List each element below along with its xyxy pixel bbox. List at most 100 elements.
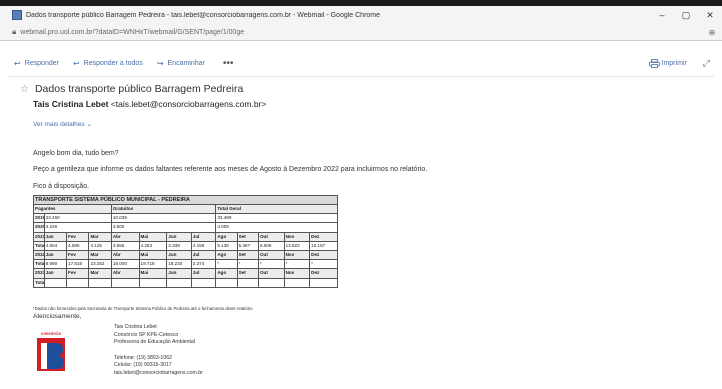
maximize-button[interactable]: ▢ [674, 10, 698, 21]
email-signature: Tais Cristina Lebet Consórcio SP KPE-Cet… [114, 324, 203, 378]
table-total-label: Total [33, 240, 45, 251]
message-toolbar: ↩ Responder ↩ Responder a todos ↪ Encami… [0, 52, 722, 74]
table-header-cell: Gratuitos [110, 203, 217, 215]
window-titlebar: Dados transporte público Barragem Pedrei… [0, 6, 722, 24]
table-summary-row: 20204.2263.8004.009 [33, 222, 338, 233]
table-month-cell: Out [257, 231, 285, 242]
table-cell: 3.800 [110, 222, 217, 233]
table-value-cell: 18.000 [110, 259, 140, 270]
forward-button[interactable]: ↪ Encaminhar [157, 59, 205, 68]
table-value-cell: * [236, 259, 259, 270]
table-value-cell: * [215, 259, 238, 270]
close-button[interactable]: ✕ [698, 10, 722, 21]
table-month-cell: Abr [110, 249, 140, 261]
table-year-cell: 2022 [33, 249, 45, 261]
table-value-cell: 4.125 [88, 240, 112, 251]
table-month-row: 2021JanFevMarAbrMaiJunJulAgoSetOutNovDez [33, 231, 338, 242]
sender-line: Tais Cristina Lebet <tais.lebet@consorci… [33, 99, 266, 109]
print-label: Imprimir [661, 59, 687, 67]
table-value-cell: 4.585 [66, 240, 90, 251]
table-value-cell: 4.158 [190, 240, 217, 251]
address-bar: 🔒︎ webmail.pro.uol.com.br/?dataID=WNHxT/… [0, 24, 722, 41]
reply-all-button[interactable]: ↩ Responder a todos [73, 59, 143, 68]
table-title: TRANSPORTE SISTEMA PÚBLICO MUNICIPAL - P… [33, 195, 338, 205]
table-header-cell: Pagantes [33, 203, 112, 215]
toolbar-divider [8, 76, 714, 77]
table-month-cell: Jan [43, 249, 68, 261]
lock-icon: 🔒︎ [12, 27, 17, 36]
table-month-cell: Ago [215, 268, 238, 279]
table-value-cell: 2.374 [190, 259, 217, 270]
pin-icon[interactable]: ⤢ [703, 58, 710, 69]
more-actions-button[interactable]: ••• [223, 58, 234, 69]
table-value-cell: 23.252 [88, 259, 112, 270]
table-footnote: *Dados não fornecidos pela Secretaria de… [33, 306, 253, 311]
table-month-cell: Fev [66, 249, 90, 261]
table-value-cell: 13.622 [283, 240, 311, 251]
star-icon[interactable]: ☆ [20, 84, 29, 95]
window-title: Dados transporte público Barragem Pedrei… [26, 11, 381, 19]
details-link[interactable]: Ver mais detalhes [33, 121, 85, 128]
table-value-cell: 18.220 [166, 259, 192, 270]
table-value-cell [110, 277, 140, 288]
table-value-cell: * [309, 259, 338, 270]
signature-email[interactable]: tais.lebet@consorciobarragens.com.br [114, 370, 203, 378]
closing-text: Atenciosamente, [33, 313, 82, 320]
table-value-cell: 4.504 [43, 240, 68, 251]
table-title-row: TRANSPORTE SISTEMA PÚBLICO MUNICIPAL - P… [33, 195, 338, 205]
table-month-cell: Jan [43, 231, 68, 242]
table-month-cell: Fev [66, 268, 90, 279]
table-value-cell [309, 277, 338, 288]
table-month-cell: Mar [88, 268, 112, 279]
table-summary-row: 201923.45010.03933.489 [33, 213, 338, 224]
table-year-cell: 2019 [33, 213, 45, 224]
table-month-cell: Jan [43, 268, 68, 279]
table-month-cell: Mar [88, 231, 112, 242]
details-link-row[interactable]: Ver mais detalhes ⌄ [33, 120, 92, 128]
table-month-cell: Set [236, 268, 259, 279]
table-value-cell: * [257, 259, 285, 270]
table-month-cell: Jun [166, 249, 192, 261]
signature-phone: Telefone: (19) 3893-1062 [114, 354, 172, 361]
greeting-text: Angelo bom dia, tudo bem? [33, 150, 119, 157]
reply-button[interactable]: ↩ Responder [14, 59, 59, 68]
table-value-cell [138, 277, 168, 288]
table-value-cell [166, 277, 192, 288]
table-month-cell: Nov [283, 268, 311, 279]
print-button[interactable]: Imprimir [648, 58, 687, 68]
consorcio-logo: consórcio [34, 330, 68, 372]
table-total-label: Total [33, 259, 45, 270]
table-month-cell: Abr [110, 231, 140, 242]
table-value-cell [88, 277, 112, 288]
table-total-label: Total [33, 277, 45, 288]
logo-caption: consórcio [41, 331, 61, 336]
table-cell: 23.450 [43, 213, 112, 224]
table-year-cell: 2020 [33, 222, 45, 233]
table-value-cell [190, 277, 217, 288]
message-subject-row: ☆ Dados transporte público Barragem Pedr… [20, 83, 243, 95]
table-month-cell: Mai [138, 231, 168, 242]
table-month-cell: Dez [309, 249, 338, 261]
url-field[interactable]: webmail.pro.uol.com.br/?dataID=WNHxT/web… [20, 29, 702, 36]
request-text: Peço a gentileza que informe os dados fa… [33, 166, 428, 173]
table-value-cell: 8.506 [257, 240, 285, 251]
table-month-cell: Out [257, 268, 285, 279]
table-value-cell: 4.283 [138, 240, 168, 251]
transport-data-table: TRANSPORTE SISTEMA PÚBLICO MUNICIPAL - P… [33, 195, 338, 288]
table-total-row: Total4.5044.5854.1253.6554.2834.3394.158… [33, 240, 338, 251]
chevron-down-icon: ⌄ [86, 121, 92, 128]
table-cell: 4.226 [43, 222, 112, 233]
zoom-icon[interactable]: ⊕ [702, 28, 722, 37]
printer-icon [648, 58, 660, 68]
table-month-cell: Abr [110, 268, 140, 279]
table-header-cell: Total Geral [215, 203, 338, 215]
table-month-cell: Mai [138, 268, 168, 279]
sender-email[interactable]: <tais.lebet@consorciobarragens.com.br> [111, 99, 267, 109]
table-value-cell [215, 277, 238, 288]
table-value-cell: 17.816 [66, 259, 90, 270]
reply-all-icon: ↩ [72, 58, 80, 68]
minimize-button[interactable]: – [650, 10, 674, 20]
table-value-cell [257, 277, 285, 288]
table-month-cell: Ago [215, 249, 238, 261]
signature-org: Consórcio SP KPE-Cetesco [114, 331, 179, 338]
